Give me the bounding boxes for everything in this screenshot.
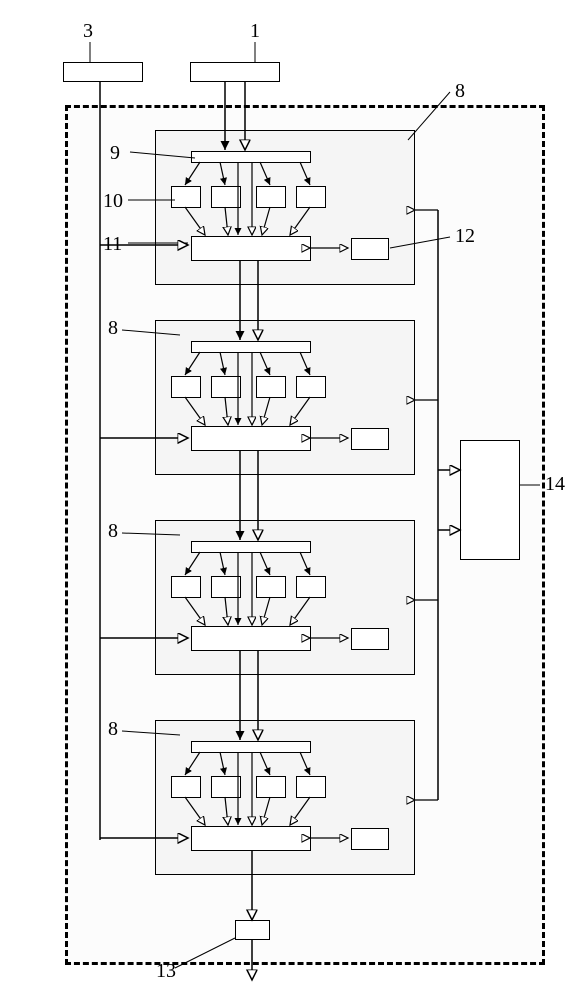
label-8a: 8: [455, 80, 465, 103]
g3-collector: [191, 626, 311, 651]
g4-collector: [191, 826, 311, 851]
g4-small-4: [296, 776, 326, 798]
label-12: 12: [455, 225, 475, 248]
g1-small-2: [211, 186, 241, 208]
label-3: 3: [83, 20, 93, 43]
g4-side: [351, 828, 389, 850]
g3-distributor: [191, 541, 311, 553]
g3-side: [351, 628, 389, 650]
g4-distributor: [191, 741, 311, 753]
label-1: 1: [250, 20, 260, 43]
g1-small-1: [171, 186, 201, 208]
block-13: [235, 920, 270, 940]
label-8d: 8: [108, 718, 118, 741]
label-8c: 8: [108, 520, 118, 543]
g1-small-4: [296, 186, 326, 208]
label-10: 10: [103, 190, 123, 213]
label-8b: 8: [108, 317, 118, 340]
g4-small-1: [171, 776, 201, 798]
block-1-box: [190, 62, 280, 82]
label-13: 13: [156, 960, 176, 983]
g2-small-4: [296, 376, 326, 398]
g1-side: [351, 238, 389, 260]
block-3-box: [63, 62, 143, 82]
g2-small-3: [256, 376, 286, 398]
g2-distributor: [191, 341, 311, 353]
g3-small-3: [256, 576, 286, 598]
g1-distributor: [191, 151, 311, 163]
group-box-2: [155, 320, 415, 475]
g2-side: [351, 428, 389, 450]
g1-collector: [191, 236, 311, 261]
label-11: 11: [103, 233, 122, 256]
g3-small-4: [296, 576, 326, 598]
g4-small-3: [256, 776, 286, 798]
g4-small-2: [211, 776, 241, 798]
g2-collector: [191, 426, 311, 451]
label-9: 9: [110, 142, 120, 165]
block-14: [460, 440, 520, 560]
g1-small-3: [256, 186, 286, 208]
g2-small-2: [211, 376, 241, 398]
g3-small-1: [171, 576, 201, 598]
g2-small-1: [171, 376, 201, 398]
group-box-3: [155, 520, 415, 675]
label-14: 14: [545, 473, 565, 496]
group-box-4: [155, 720, 415, 875]
g3-small-2: [211, 576, 241, 598]
group-box-1: [155, 130, 415, 285]
